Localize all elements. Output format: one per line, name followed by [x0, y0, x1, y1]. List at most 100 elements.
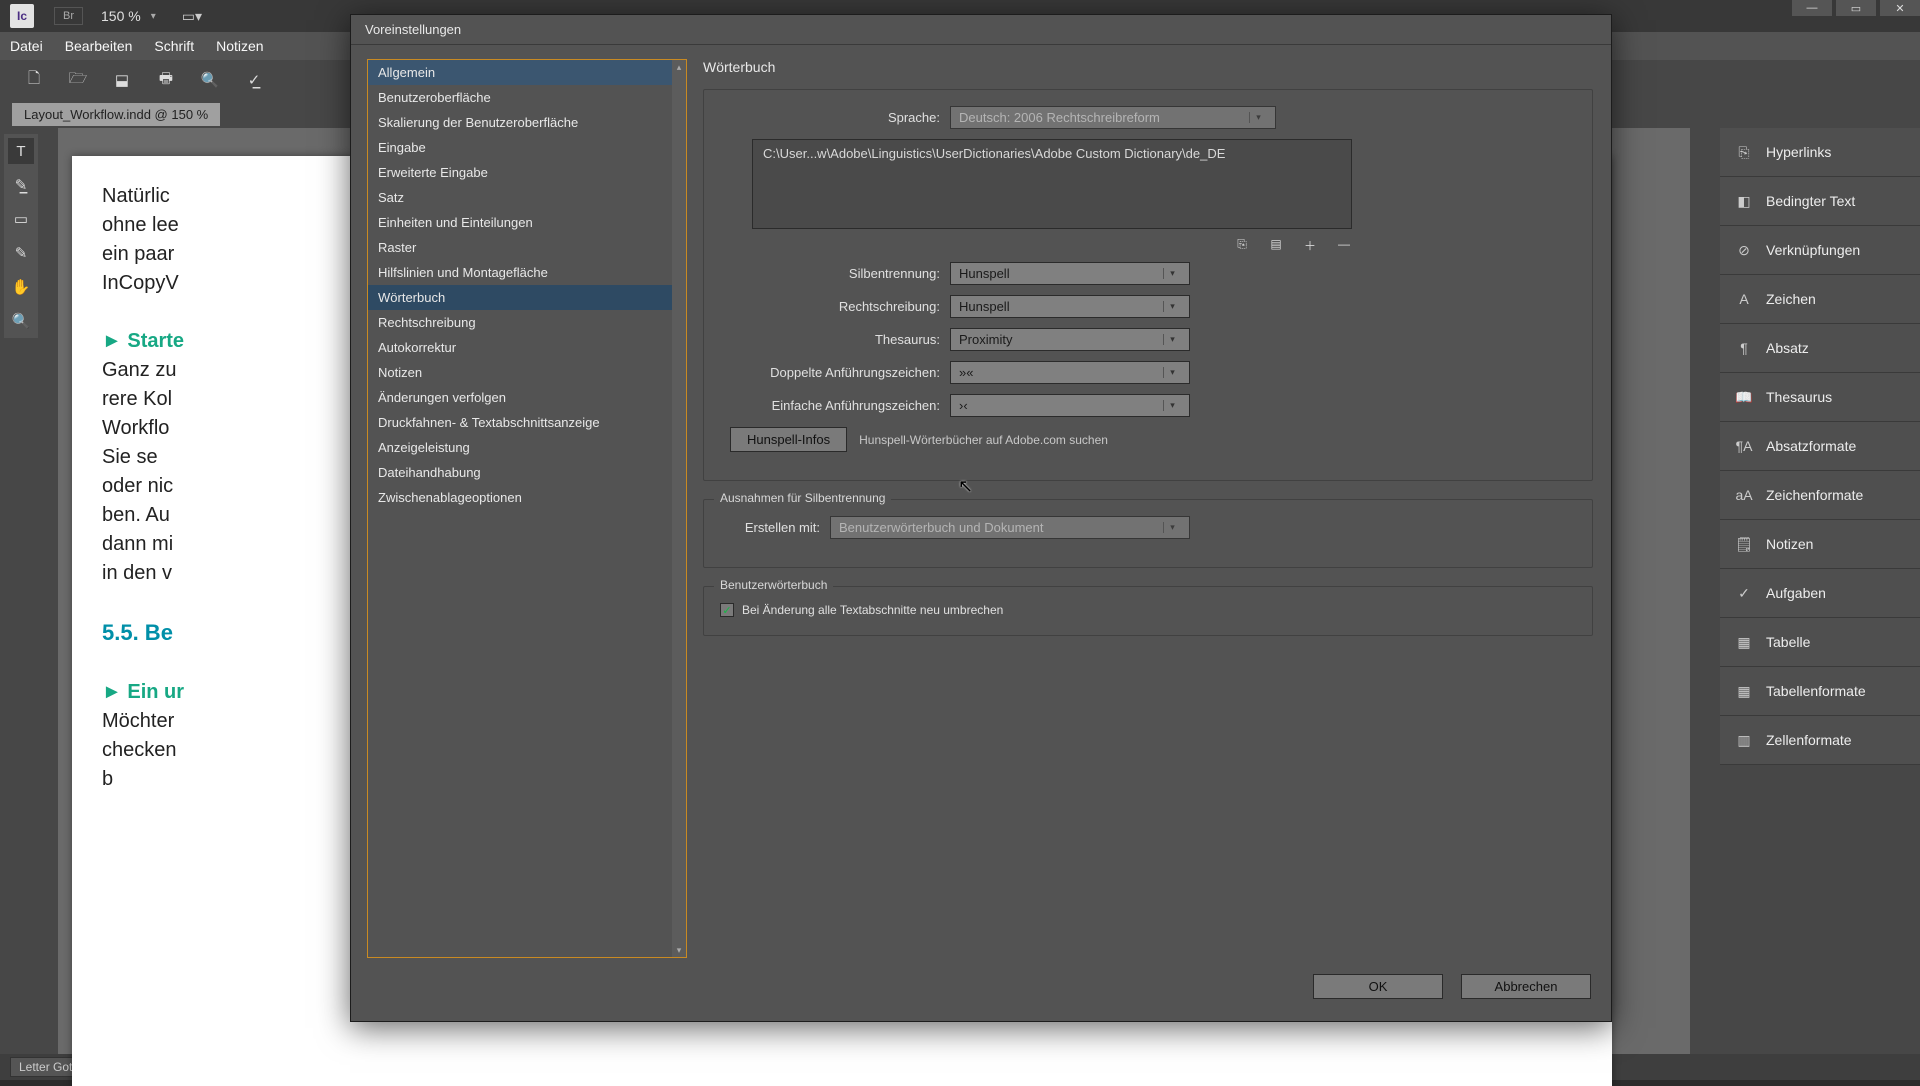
chevron-down-icon: ▾ [1249, 112, 1267, 123]
chevron-down-icon: ▾ [1163, 301, 1181, 312]
save-icon[interactable]: ⬓ [112, 70, 132, 90]
language-select[interactable]: Deutsch: 2006 Rechtschreibreform▾ [950, 106, 1276, 129]
double-quotes-select[interactable]: »«▾ [950, 361, 1190, 384]
dictionary-path-list[interactable]: C:\User...w\Adobe\Linguistics\UserDictio… [752, 139, 1352, 229]
panel-cell-styles[interactable]: ▥Zellenformate [1720, 716, 1920, 765]
category-list[interactable]: AllgemeinBenutzeroberflächeSkalierung de… [367, 59, 687, 958]
panel-hyperlinks[interactable]: ⎘Hyperlinks [1720, 128, 1920, 177]
zoom-tool-icon[interactable]: 🔍 [8, 308, 34, 334]
panel-character[interactable]: AZeichen [1720, 275, 1920, 324]
window-close-button[interactable]: ✕ [1880, 0, 1920, 16]
ok-button[interactable]: OK [1313, 974, 1443, 999]
links-icon: ⊘ [1734, 240, 1754, 260]
category-item[interactable]: Rechtschreibung [368, 310, 686, 335]
eyedropper-tool-icon[interactable]: ✎ [8, 240, 34, 266]
panel-thesaurus[interactable]: 📖Thesaurus [1720, 373, 1920, 422]
menu-edit[interactable]: Bearbeiten [65, 38, 133, 54]
compose-using-label: Erstellen mit: [720, 520, 830, 535]
search-icon[interactable]: 🔍 [200, 70, 220, 90]
compose-using-select[interactable]: Benutzerwörterbuch und Dokument▾ [830, 516, 1190, 539]
hunspell-link[interactable]: Hunspell-Wörterbücher auf Adobe.com such… [859, 433, 1108, 447]
window-minimize-button[interactable]: — [1792, 0, 1832, 16]
category-item[interactable]: Benutzeroberfläche [368, 85, 686, 110]
remove-dict-icon[interactable]: — [1336, 237, 1352, 254]
table-styles-icon: ▦ [1734, 681, 1754, 701]
checkbox-checked-icon: ✓ [720, 603, 734, 617]
chevron-down-icon: ▾ [1163, 268, 1181, 279]
print-icon[interactable]: 🖶 [156, 70, 176, 90]
spelling-select[interactable]: Hunspell▾ [950, 295, 1190, 318]
chevron-down-icon: ▾ [1163, 334, 1181, 345]
panel-assignments[interactable]: ✓Aufgaben [1720, 569, 1920, 618]
category-item[interactable]: Dateihandhabung [368, 460, 686, 485]
category-item[interactable]: Erweiterte Eingabe [368, 160, 686, 185]
hyphenation-select[interactable]: Hunspell▾ [950, 262, 1190, 285]
category-item[interactable]: Änderungen verfolgen [368, 385, 686, 410]
character-styles-icon: aA [1734, 485, 1754, 505]
category-item[interactable]: Druckfahnen- & Textabschnittsanzeige [368, 410, 686, 435]
new-file-icon[interactable]: 🗋 [24, 70, 44, 90]
open-file-icon[interactable]: 🗁 [68, 70, 88, 90]
user-dictionary-group: Benutzerwörterbuch ✓ Bei Änderung alle T… [703, 586, 1593, 636]
menu-type[interactable]: Schrift [154, 38, 194, 54]
hand-tool-icon[interactable]: ✋ [8, 274, 34, 300]
category-item[interactable]: Satz [368, 185, 686, 210]
category-item[interactable]: Autokorrektur [368, 335, 686, 360]
dictionary-group: Sprache: Deutsch: 2006 Rechtschreibrefor… [703, 89, 1593, 481]
hunspell-info-button[interactable]: Hunspell-Infos [730, 427, 847, 452]
category-item[interactable]: Anzeigeleistung [368, 435, 686, 460]
hyphen-exceptions-title: Ausnahmen für Silbentrennung [714, 491, 891, 505]
category-scrollbar[interactable]: ▴ ▾ [672, 60, 686, 957]
window-maximize-button[interactable]: ▭ [1836, 0, 1876, 16]
category-item[interactable]: Skalierung der Benutzeroberfläche [368, 110, 686, 135]
spellcheck-icon[interactable]: ✓̲ [244, 70, 264, 90]
panel-links[interactable]: ⊘Verknüpfungen [1720, 226, 1920, 275]
panel-notes[interactable]: 🗒Notizen [1720, 520, 1920, 569]
spelling-label: Rechtschreibung: [720, 299, 950, 314]
user-dictionary-title: Benutzerwörterbuch [714, 578, 833, 592]
add-dict-icon[interactable]: ＋ [1302, 237, 1318, 254]
panel-conditional-text[interactable]: ◧Bedingter Text [1720, 177, 1920, 226]
panel-paragraph-styles[interactable]: ¶AAbsatzformate [1720, 422, 1920, 471]
note-tool-icon[interactable]: ✎̲ [8, 172, 34, 198]
thesaurus-icon: 📖 [1734, 387, 1754, 407]
scroll-up-icon[interactable]: ▴ [674, 62, 684, 72]
document-tab[interactable]: Layout_Workflow.indd @ 150 % [12, 103, 220, 126]
category-item[interactable]: Zwischenablageoptionen [368, 485, 686, 510]
category-item[interactable]: Hilfslinien und Montagefläche [368, 260, 686, 285]
assignments-icon: ✓ [1734, 583, 1754, 603]
zoom-combo[interactable]: 150 %▾ [101, 8, 156, 24]
relink-icon[interactable]: ⎘ [1234, 237, 1250, 254]
category-item[interactable]: Notizen [368, 360, 686, 385]
type-tool-icon[interactable]: T [8, 138, 34, 164]
chevron-down-icon: ▾ [1163, 522, 1181, 533]
recompose-checkbox[interactable]: ✓ Bei Änderung alle Textabschnitte neu u… [720, 603, 1576, 617]
single-quotes-select[interactable]: ›‹▾ [950, 394, 1190, 417]
panel-table-styles[interactable]: ▦Tabellenformate [1720, 667, 1920, 716]
menu-file[interactable]: Datei [10, 38, 43, 54]
category-item[interactable]: Allgemein [368, 60, 686, 85]
scroll-down-icon[interactable]: ▾ [674, 945, 684, 955]
new-dict-icon[interactable]: ▤ [1268, 237, 1284, 254]
bridge-button[interactable]: Br [54, 7, 83, 25]
panel-character-styles[interactable]: aAZeichenformate [1720, 471, 1920, 520]
menu-notes[interactable]: Notizen [216, 38, 263, 54]
position-tool-icon[interactable]: ▭ [8, 206, 34, 232]
single-quotes-label: Einfache Anführungszeichen: [720, 398, 950, 413]
category-item[interactable]: Wörterbuch [368, 285, 686, 310]
panel-paragraph[interactable]: ¶Absatz [1720, 324, 1920, 373]
thesaurus-select[interactable]: Proximity▾ [950, 328, 1190, 351]
category-item[interactable]: Raster [368, 235, 686, 260]
pane-heading: Wörterbuch [703, 59, 1593, 75]
cell-styles-icon: ▥ [1734, 730, 1754, 750]
panel-table[interactable]: ▦Tabelle [1720, 618, 1920, 667]
paragraph-icon: ¶ [1734, 338, 1754, 358]
thesaurus-label: Thesaurus: [720, 332, 950, 347]
cancel-button[interactable]: Abbrechen [1461, 974, 1591, 999]
workspace-switcher-icon[interactable]: ▭▾ [182, 8, 202, 25]
category-item[interactable]: Einheiten und Einteilungen [368, 210, 686, 235]
dialog-title: Voreinstellungen [351, 15, 1611, 45]
category-item[interactable]: Eingabe [368, 135, 686, 160]
chevron-down-icon: ▾ [1163, 400, 1181, 411]
paragraph-styles-icon: ¶A [1734, 436, 1754, 456]
